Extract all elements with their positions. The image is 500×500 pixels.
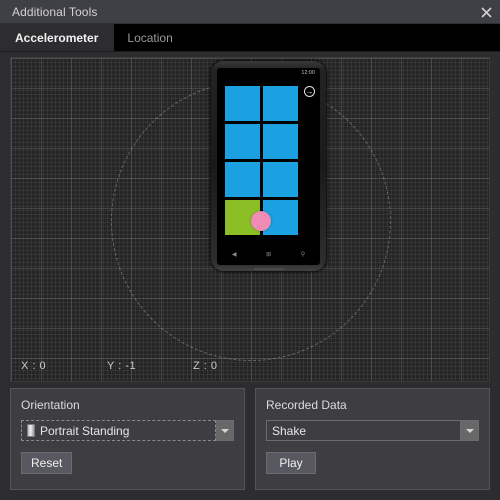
play-button[interactable]: Play [266,452,316,474]
phone-tile [225,162,260,197]
phone-tile [263,162,298,197]
additional-tools-window: Additional Tools Accelerometer Location … [0,0,500,500]
accelerometer-panel: 12:00 → ◀ ⊞ ⚲ X: 0 Y: -1 Z: 0 [0,52,500,382]
controls-row: Orientation Portrait Standing Reset Reco… [0,382,500,500]
recorded-data-dropdown-field[interactable]: Shake [266,420,461,441]
window-title: Additional Tools [12,4,98,19]
search-icon: ⚲ [300,252,306,258]
orientation-group: Orientation Portrait Standing Reset [10,388,245,490]
accelerometer-drag-handle[interactable] [251,211,271,231]
reset-button[interactable]: Reset [21,452,73,474]
tab-location[interactable]: Location [114,24,188,51]
tab-accelerometer-label: Accelerometer [15,30,99,45]
phone-tile [225,86,260,121]
recorded-data-selected-value: Shake [272,423,307,438]
phone-nav-bar: ◀ ⊞ ⚲ [217,247,320,263]
orientation-dropdown-field[interactable]: Portrait Standing [21,420,216,441]
orientation-title: Orientation [21,398,80,412]
recorded-data-title: Recorded Data [266,398,347,412]
recorded-data-group: Recorded Data Shake Play [255,388,490,490]
chevron-down-icon[interactable] [216,420,234,441]
orientation-selected-value: Portrait Standing [40,423,130,438]
z-value: Z : 0 [193,360,218,372]
axis-readout: X : 0 Y : -1 Z : 0 [21,360,281,372]
phone-status-clock: 12:00 [301,70,315,76]
phone-icon [27,424,35,437]
phone-tile [263,124,298,159]
recorded-data-dropdown[interactable]: Shake [266,420,479,441]
phone-screen: 12:00 → ◀ ⊞ ⚲ [217,68,320,265]
tab-accelerometer[interactable]: Accelerometer [0,24,115,51]
x-value: X : 0 [21,360,47,372]
home-icon: ⊞ [266,252,272,258]
back-icon: ◀ [231,252,237,258]
phone-tile [263,86,298,121]
close-icon[interactable] [476,2,496,22]
tab-strip: Accelerometer Location [0,24,500,52]
phone-tile [225,124,260,159]
phone-graphic[interactable]: 12:00 → ◀ ⊞ ⚲ [211,61,326,271]
title-bar: Additional Tools [0,0,500,24]
y-value: Y : -1 [107,360,137,372]
rotate-arrow-icon: → [304,86,315,97]
chevron-down-icon[interactable] [461,420,479,441]
accelerometer-canvas[interactable]: 12:00 → ◀ ⊞ ⚲ X: 0 Y: -1 Z: 0 [10,57,490,382]
phone-speaker [253,268,284,270]
tab-location-label: Location [127,30,173,45]
orientation-dropdown[interactable]: Portrait Standing [21,420,234,441]
